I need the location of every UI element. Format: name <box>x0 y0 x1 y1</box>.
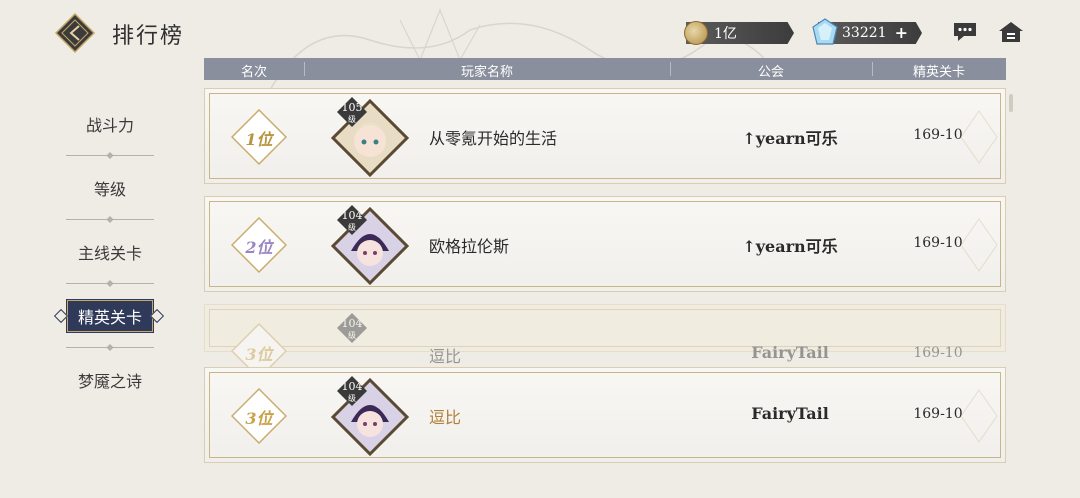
sidebar-item-elite-stage[interactable]: 精英关卡 <box>40 284 180 348</box>
home-icon[interactable] <box>998 20 1024 44</box>
ranking-row[interactable]: 3位 104 级 逗比 FairyTail 169-10 <box>204 304 1006 379</box>
player-name: 欧格拉伦斯 <box>429 237 510 256</box>
rank-label: 3位 <box>245 409 273 428</box>
decoration-icon <box>960 110 998 164</box>
decoration-icon <box>960 218 998 272</box>
chat-icon[interactable] <box>952 20 978 44</box>
sidebar-item-label: 等级 <box>93 180 126 199</box>
level-unit: 级 <box>348 331 356 340</box>
column-header-player: 玩家名称 <box>460 65 513 80</box>
player-name: 逗比 <box>429 408 462 427</box>
guild-name: FairyTail <box>751 404 829 423</box>
sidebar-item-label: 梦魇之诗 <box>77 372 142 391</box>
sidebar-item-power[interactable]: 战斗力 <box>40 92 180 156</box>
coin-icon <box>684 21 708 45</box>
player-name: 从零氪开始的生活 <box>429 129 558 148</box>
guild-name: ↑yearn可乐 <box>742 129 838 148</box>
rank-label: 3位 <box>245 345 273 364</box>
category-sidebar: 战斗力 等级 主线关卡 精英关卡 梦魇之诗 <box>40 92 180 412</box>
list-scrollbar[interactable] <box>1009 94 1013 112</box>
column-header-guild: 公会 <box>757 65 784 80</box>
gem-amount: 33221 <box>842 25 887 41</box>
sidebar-item-main-stage[interactable]: 主线关卡 <box>40 220 180 284</box>
table-header: 名次 玩家名称 公会 精英关卡 <box>204 58 1006 80</box>
rank-label: 2位 <box>245 238 273 257</box>
ranking-list[interactable]: 1位 105 级 从零氪开始的生活 ↑yearn可乐 169-10 2位 104 <box>204 88 1006 498</box>
background-sketch <box>269 8 781 91</box>
plus-icon[interactable]: + <box>895 23 908 42</box>
column-header-stage: 精英关卡 <box>912 65 965 80</box>
sidebar-item-label: 战斗力 <box>85 116 134 135</box>
gold-amount: 1亿 <box>714 26 737 42</box>
sidebar-item-label: 主线关卡 <box>77 244 142 263</box>
gem-icon <box>812 18 838 45</box>
ranking-row[interactable]: 1位 105 级 从零氪开始的生活 ↑yearn可乐 169-10 <box>204 88 1006 184</box>
ranking-row[interactable]: 3位 104 级 逗比 FairyTail 169-10 <box>204 367 1006 463</box>
sidebar-item-nightmare-poem[interactable]: 梦魇之诗 <box>40 348 180 412</box>
elite-stage-value: 169-10 <box>913 345 963 361</box>
sidebar-item-label: 精英关卡 <box>66 300 153 332</box>
page-title: 排行榜 <box>112 24 185 49</box>
rank-label: 1位 <box>245 130 273 149</box>
back-button[interactable] <box>54 12 96 54</box>
guild-name: FairyTail <box>751 343 829 362</box>
decoration-icon <box>960 389 998 443</box>
level-badge: 104 级 <box>337 313 367 343</box>
column-header-rank: 名次 <box>240 65 267 80</box>
ranking-row[interactable]: 2位 104 级 欧格拉伦斯 ↑yearn可乐 169-10 <box>204 196 1006 292</box>
level-value: 104 <box>341 317 363 330</box>
sidebar-item-level[interactable]: 等级 <box>40 156 180 220</box>
guild-name: ↑yearn可乐 <box>742 237 838 256</box>
player-name: 逗比 <box>429 347 462 366</box>
